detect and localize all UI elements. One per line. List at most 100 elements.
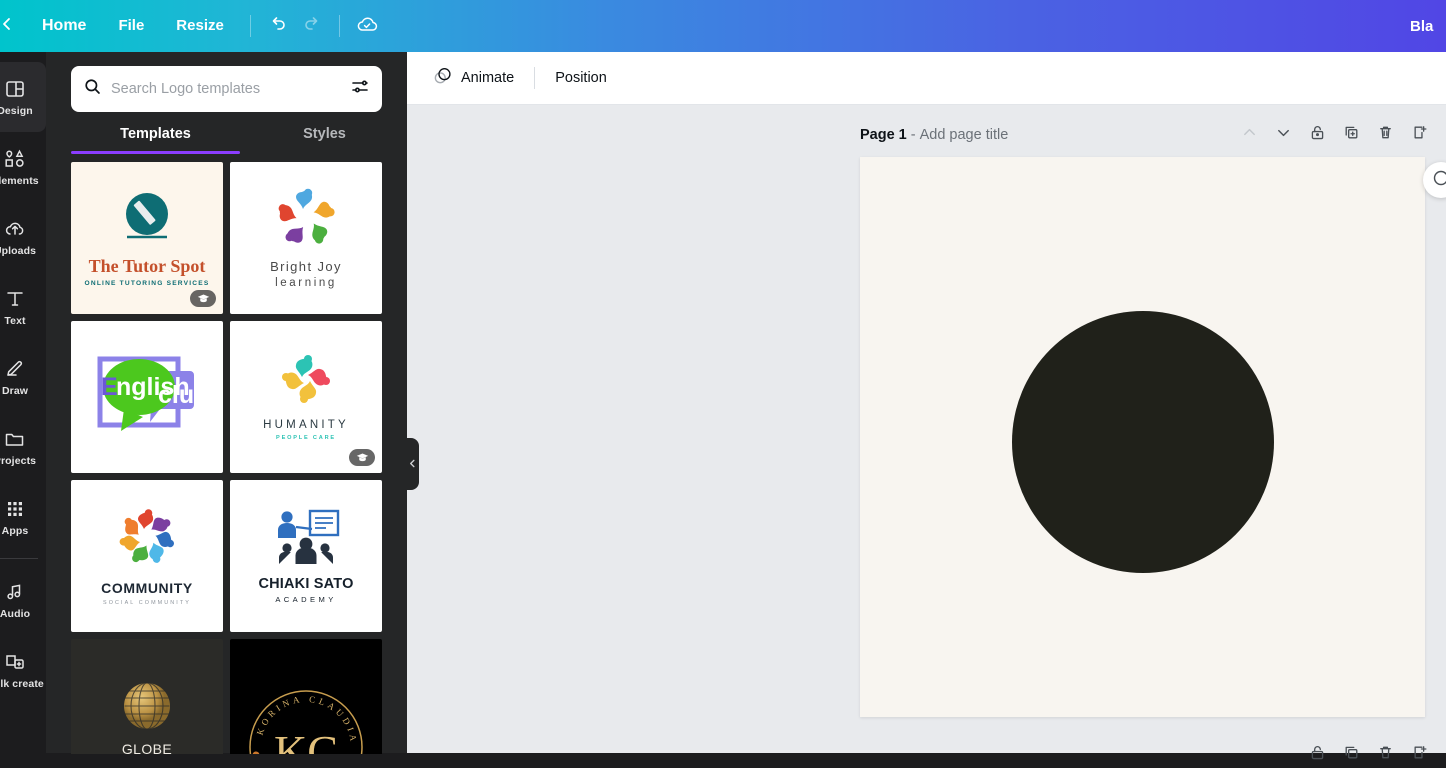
- chevron-down-icon: [1275, 124, 1292, 146]
- animate-circles-icon: [433, 66, 453, 90]
- template-title-3: HUMANITY: [263, 419, 349, 431]
- templates-panel: Templates Styles The Tutor Spot ONLINE T…: [46, 52, 407, 754]
- search-area: [46, 66, 407, 112]
- template-card-5[interactable]: CHIAKI SATO ACADEMY: [230, 480, 382, 632]
- bulk-create-icon: [3, 651, 27, 673]
- template-card-4[interactable]: COMMUNITY SOCIAL COMMUNITY: [71, 480, 223, 632]
- delete-page-button-2[interactable]: [1374, 744, 1396, 766]
- draw-icon: [4, 358, 26, 380]
- sidebar-item-uploads[interactable]: Uploads: [0, 202, 46, 272]
- cloud-save-button[interactable]: [350, 9, 384, 43]
- redo-icon: [302, 14, 322, 39]
- chevron-left-icon: [408, 455, 417, 473]
- sidebar-label-projects: Projects: [0, 454, 37, 467]
- sidebar-item-audio[interactable]: Audio: [0, 565, 46, 635]
- rail-divider: [0, 558, 38, 559]
- audio-icon: [4, 581, 26, 603]
- promo-label[interactable]: Bla: [1410, 18, 1446, 35]
- design-icon: [4, 78, 26, 100]
- duplicate-page-button-2[interactable]: [1340, 744, 1362, 766]
- template-card-6[interactable]: GLOBE SOLUTIONS: [71, 639, 223, 754]
- position-button[interactable]: Position: [543, 61, 619, 95]
- file-menu[interactable]: File: [102, 9, 160, 43]
- template-subtitle-4: SOCIAL COMMUNITY: [103, 600, 191, 606]
- sidebar-label-draw: Draw: [1, 384, 29, 397]
- page-header-icons: [1238, 124, 1430, 146]
- sidebar-item-bulk-create[interactable]: Bulk create: [0, 635, 46, 705]
- text-icon: [4, 288, 26, 310]
- template-grid: The Tutor Spot ONLINE TUTORING SERVICES: [71, 162, 382, 754]
- svg-text:club: club: [158, 381, 208, 409]
- add-page-button-2[interactable]: [1408, 744, 1430, 766]
- uploads-icon: [3, 218, 27, 240]
- toolbar-divider: [249, 15, 251, 37]
- search-box[interactable]: [71, 66, 382, 112]
- animate-button[interactable]: Animate: [421, 61, 526, 95]
- back-button[interactable]: [0, 16, 20, 37]
- duplicate-page-button[interactable]: [1340, 124, 1362, 146]
- template-card-1[interactable]: Bright Joy learning: [230, 162, 382, 314]
- undo-button[interactable]: [261, 9, 295, 43]
- add-page-icon: [1411, 744, 1428, 766]
- template-title-0: The Tutor Spot: [88, 255, 206, 276]
- help-icon: [1432, 169, 1446, 192]
- page-header-icons-next: [1306, 744, 1430, 766]
- template-card-2[interactable]: E nglish club: [71, 321, 223, 473]
- template-card-7[interactable]: KORINA CLAUDIA KC: [230, 639, 382, 754]
- unlock-icon: [1309, 744, 1326, 766]
- apps-icon: [4, 498, 26, 520]
- sidebar-item-text[interactable]: Text: [0, 272, 46, 342]
- template-subtitle-3: PEOPLE CARE: [276, 435, 336, 441]
- template-title-4: COMMUNITY: [101, 580, 193, 596]
- sidebar-label-uploads: Uploads: [0, 244, 37, 257]
- sidebar-item-apps[interactable]: Apps: [0, 482, 46, 552]
- panel-collapse-handle[interactable]: [405, 438, 419, 490]
- canvas-area: Animate Position Page 1 - Add page title: [407, 52, 1446, 760]
- template-card-0[interactable]: The Tutor Spot ONLINE TUTORING SERVICES: [71, 162, 223, 314]
- template-subtitle-5: ACADEMY: [275, 595, 337, 604]
- template-subtitle-1: learning: [275, 277, 337, 289]
- canvas-toolbar-divider: [534, 67, 536, 89]
- help-button[interactable]: [1423, 162, 1446, 198]
- template-title-6: GLOBE SOLUTIONS: [121, 741, 173, 754]
- add-page-button[interactable]: [1408, 124, 1430, 146]
- position-label: Position: [555, 70, 607, 86]
- panel-tabs: Templates Styles: [71, 126, 382, 154]
- sidebar-label-audio: Audio: [0, 607, 31, 620]
- page-header-next: [860, 742, 1430, 768]
- sidebar-item-draw[interactable]: Draw: [0, 342, 46, 412]
- duplicate-page-icon: [1343, 744, 1360, 766]
- search-icon: [83, 77, 102, 101]
- add-page-icon: [1411, 124, 1428, 146]
- tab-styles[interactable]: Styles: [240, 126, 409, 154]
- template-title-7: KC: [274, 726, 338, 754]
- lock-page-button[interactable]: [1306, 124, 1328, 146]
- template-card-3[interactable]: HUMANITY PEOPLE CARE: [230, 321, 382, 473]
- chevron-left-icon: [0, 16, 15, 37]
- delete-page-icon: [1377, 744, 1394, 766]
- search-input[interactable]: [111, 81, 350, 97]
- sidebar-item-elements[interactable]: Elements: [0, 132, 46, 202]
- unlock-icon: [1309, 124, 1326, 146]
- sidebar-label-text: Text: [4, 314, 26, 327]
- redo-button[interactable]: [295, 9, 329, 43]
- delete-page-button[interactable]: [1374, 124, 1396, 146]
- sidebar-item-design[interactable]: Design: [0, 62, 46, 132]
- undo-icon: [268, 14, 288, 39]
- home-menu[interactable]: Home: [26, 9, 102, 43]
- animate-label: Animate: [461, 70, 515, 86]
- circle-shape[interactable]: [1012, 311, 1274, 573]
- elements-icon: [3, 148, 27, 170]
- design-page[interactable]: [860, 157, 1425, 717]
- add-page-title-input[interactable]: Add page title: [920, 127, 1009, 143]
- template-badge-0: [190, 290, 216, 307]
- move-page-up-button[interactable]: [1238, 124, 1260, 146]
- filter-sliders-icon[interactable]: [350, 77, 370, 102]
- lock-page-button-2[interactable]: [1306, 744, 1328, 766]
- move-page-down-button[interactable]: [1272, 124, 1294, 146]
- tab-templates[interactable]: Templates: [71, 126, 240, 154]
- sidebar-item-projects[interactable]: Projects: [0, 412, 46, 482]
- sidebar-label-apps: Apps: [1, 524, 29, 537]
- resize-menu[interactable]: Resize: [160, 9, 240, 43]
- template-subtitle-0: ONLINE TUTORING SERVICES: [84, 279, 210, 287]
